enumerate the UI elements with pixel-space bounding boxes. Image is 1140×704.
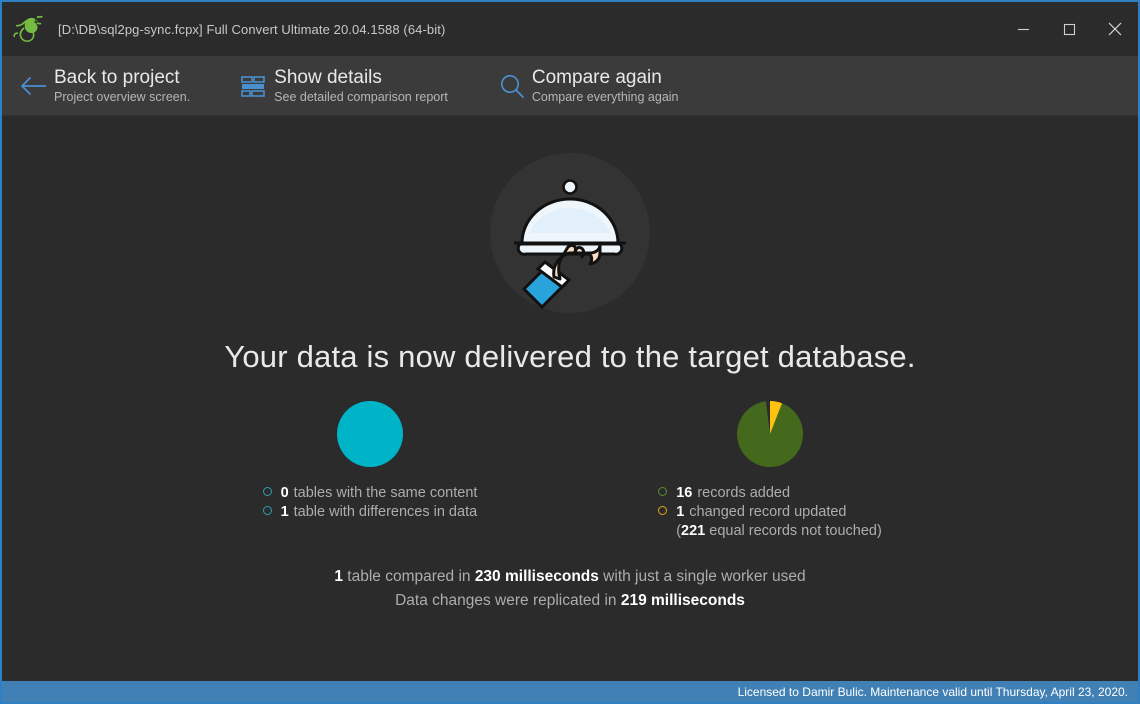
legend-bullet-icon bbox=[658, 506, 667, 515]
summary-text: Data changes were replicated in bbox=[395, 592, 621, 609]
tables-legend: 0 tables with the same content 1 table w… bbox=[263, 485, 478, 520]
legend-item: 1 table with differences in data bbox=[263, 504, 478, 520]
legend-label: table with differences in data bbox=[294, 504, 478, 520]
close-icon[interactable] bbox=[1092, 2, 1138, 56]
legend-bullet-icon bbox=[263, 487, 272, 496]
tables-stat-column: 0 tables with the same content 1 table w… bbox=[170, 401, 570, 539]
toolbar: Back to project Project overview screen.… bbox=[2, 56, 1138, 116]
show-details-button[interactable]: Show details See detailed comparison rep… bbox=[222, 56, 458, 116]
summary-line-compare: 1 table compared in 230 milliseconds wit… bbox=[334, 565, 805, 589]
summary-table-count: 1 bbox=[334, 568, 343, 585]
toolbar-item-subtitle: See detailed comparison report bbox=[274, 90, 448, 104]
toolbar-item-title: Show details bbox=[274, 67, 448, 88]
back-to-project-button[interactable]: Back to project Project overview screen. bbox=[2, 56, 200, 116]
records-untouched-note: (221 equal records not touched) bbox=[658, 523, 882, 539]
tables-pie-chart bbox=[337, 401, 403, 467]
hand-serving-cloche-icon bbox=[490, 153, 650, 313]
summary-section: 1 table compared in 230 milliseconds wit… bbox=[334, 565, 805, 613]
legend-value: 0 bbox=[281, 485, 289, 501]
back-to-project-labels: Back to project Project overview screen. bbox=[54, 67, 190, 104]
legend-bullet-icon bbox=[263, 506, 272, 515]
license-status-text: Licensed to Damir Bulic. Maintenance val… bbox=[738, 685, 1138, 699]
show-details-labels: Show details See detailed comparison rep… bbox=[274, 67, 448, 104]
legend-bullet-icon bbox=[658, 487, 667, 496]
summary-text: table compared in bbox=[343, 568, 475, 585]
maximize-icon[interactable] bbox=[1046, 2, 1092, 56]
summary-compare-duration: 230 milliseconds bbox=[475, 568, 599, 585]
legend-item: 16 records added bbox=[658, 485, 882, 501]
summary-line-replicate: Data changes were replicated in 219 mill… bbox=[334, 589, 805, 613]
legend-label: tables with the same content bbox=[294, 485, 478, 501]
window-title: [D:\DB\sql2pg-sync.fcpx] Full Convert Ul… bbox=[58, 22, 445, 37]
status-bar: Licensed to Damir Bulic. Maintenance val… bbox=[2, 681, 1138, 702]
legend-value: 16 bbox=[676, 485, 692, 501]
summary-text: with just a single worker used bbox=[599, 568, 806, 585]
note-suffix: equal records not touched) bbox=[705, 523, 882, 539]
legend-item: 0 tables with the same content bbox=[263, 485, 478, 501]
legend-label: records added bbox=[697, 485, 790, 501]
compare-again-labels: Compare again Compare everything again bbox=[532, 67, 679, 104]
application-window: [D:\DB\sql2pg-sync.fcpx] Full Convert Ul… bbox=[0, 0, 1140, 704]
legend-value: 1 bbox=[676, 504, 684, 520]
back-arrow-icon bbox=[14, 74, 54, 98]
toolbar-item-subtitle: Compare everything again bbox=[532, 90, 679, 104]
legend-value: 1 bbox=[281, 504, 289, 520]
minimize-icon[interactable] bbox=[1000, 2, 1046, 56]
statistics-section: 0 tables with the same content 1 table w… bbox=[170, 401, 970, 539]
result-panel: Your data is now delivered to the target… bbox=[2, 117, 1138, 681]
window-controls bbox=[1000, 2, 1138, 56]
magnifier-icon bbox=[492, 72, 532, 100]
toolbar-item-subtitle: Project overview screen. bbox=[54, 90, 190, 104]
chameleon-logo-icon bbox=[10, 12, 44, 46]
compare-again-button[interactable]: Compare again Compare everything again bbox=[480, 56, 689, 116]
records-stat-column: 16 records added 1 changed record update… bbox=[570, 401, 970, 539]
summary-replicate-duration: 219 milliseconds bbox=[621, 592, 745, 609]
records-legend: 16 records added 1 changed record update… bbox=[658, 485, 882, 539]
toolbar-item-title: Back to project bbox=[54, 67, 190, 88]
records-pie-chart bbox=[737, 401, 803, 467]
table-grid-icon bbox=[234, 74, 274, 98]
legend-label: changed record updated bbox=[689, 504, 846, 520]
page-title: Your data is now delivered to the target… bbox=[224, 339, 915, 375]
note-value: 221 bbox=[681, 523, 705, 539]
title-bar: [D:\DB\sql2pg-sync.fcpx] Full Convert Ul… bbox=[2, 2, 1138, 56]
legend-item: 1 changed record updated bbox=[658, 504, 882, 520]
toolbar-item-title: Compare again bbox=[532, 67, 679, 88]
